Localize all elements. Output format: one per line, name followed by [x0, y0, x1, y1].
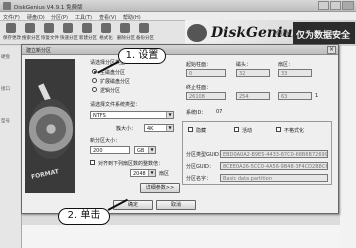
partition-name-label: 分区名字：: [186, 176, 212, 182]
dialog-title: 建立新分区: [26, 48, 52, 54]
quick-partition-button[interactable]: 快速分区: [60, 22, 78, 43]
recover-icon: [44, 23, 54, 33]
end-head-field[interactable]: 254: [236, 92, 270, 100]
start-sector-label: 扇区：: [278, 62, 294, 68]
app-window: DiskGenius V4.9.1 免费版 文件(F) 硬盘(D) 分区(P) …: [0, 0, 356, 248]
partition-guid-field[interactable]: 8CEE0A26-5CC0-4A56-9B48-3F4CD2B8C61D: [220, 162, 328, 170]
radio-logical-partition[interactable]: [92, 87, 97, 92]
chevron-down-icon: ▼: [148, 147, 155, 153]
new-partition-dialog: 建立新分区 × FORMAT 请选择分区类型： 主磁盘分区 扩展磁盘分区 逻辑分…: [21, 44, 339, 214]
delete-icon: [120, 23, 130, 33]
radio-extended-partition[interactable]: [92, 78, 97, 83]
partition-guid-label: 分区GUID：: [186, 164, 214, 170]
backup-partition-button[interactable]: 备份分区: [136, 22, 154, 43]
format-button[interactable]: 格式化: [98, 22, 114, 43]
cluster-size-select[interactable]: 4K ▼: [144, 124, 174, 132]
partition-name-field[interactable]: Basic data partition: [220, 174, 328, 182]
start-head-label: 磁头：: [236, 62, 252, 68]
window-title: DiskGenius V4.9.1 免费版: [14, 5, 83, 11]
chevron-down-icon: ▼: [166, 112, 173, 118]
brand-suffix: 专业版: [275, 31, 291, 37]
bottom-panel: [22, 225, 340, 248]
search-partition-button[interactable]: 搜索分区: [22, 22, 40, 43]
recover-files-button[interactable]: 恢复文件: [41, 22, 59, 43]
start-head-field[interactable]: 32: [236, 69, 270, 77]
format-icon: [101, 23, 111, 33]
no-format-checkbox[interactable]: [276, 127, 281, 132]
hidden-checkbox[interactable]: [188, 127, 193, 132]
logical-partition-label: 逻辑分区: [100, 88, 121, 94]
menu-tools[interactable]: 工具(T): [75, 14, 92, 21]
menu-file[interactable]: 文件(F): [3, 14, 20, 21]
end-cylinder-field[interactable]: 26108: [186, 92, 226, 100]
chevron-down-icon: ▼: [148, 170, 155, 176]
menu-view[interactable]: 查看(V): [99, 14, 116, 21]
active-label: 活动: [242, 128, 253, 134]
new-partition-button[interactable]: 新建分区: [79, 22, 97, 43]
end-sector-field[interactable]: 63: [278, 92, 312, 100]
active-checkbox[interactable]: [234, 127, 239, 132]
search-icon: [25, 23, 35, 33]
ok-button[interactable]: 确定: [113, 200, 153, 210]
quick-partition-icon: [63, 23, 73, 33]
app-icon: [3, 2, 11, 10]
filesystem-label: 请选择文件系统类型：: [90, 102, 141, 108]
advanced-params-button[interactable]: 详细参数>>: [140, 183, 180, 193]
right-panel-strip: [340, 46, 356, 248]
size-unit-select[interactable]: GB ▼: [134, 146, 156, 154]
start-sector-field[interactable]: 33: [278, 69, 312, 77]
new-size-label: 新分区大小：: [90, 138, 121, 144]
brand-banner: DiskGenius 专业版 仅为数据安全: [185, 20, 356, 46]
menu-partition[interactable]: 分区(P): [51, 14, 68, 21]
sidebar-label-interface: 接口: [1, 87, 10, 92]
backup-icon: [139, 23, 149, 33]
minimize-button[interactable]: [318, 1, 329, 10]
align-unit-label: 扇区: [159, 171, 170, 177]
maximize-button[interactable]: [330, 1, 341, 10]
callout-step1: 1. 设置: [118, 48, 166, 64]
start-cylinder-field[interactable]: 0: [186, 69, 226, 77]
extra-column-value: 1: [315, 93, 319, 99]
title-bar: DiskGenius V4.9.1 免费版: [0, 0, 356, 12]
system-id-label: 系统ID：: [186, 110, 207, 116]
filesystem-select[interactable]: NTFS ▼: [90, 111, 174, 119]
hidden-label: 隐藏: [196, 128, 207, 134]
disk-sidebar: 硬盘 接口 型号: [0, 46, 22, 248]
menu-help[interactable]: 帮助(H): [123, 14, 141, 21]
chevron-down-icon: ▼: [166, 125, 173, 131]
new-partition-icon: [82, 23, 92, 33]
start-cylinder-label: 起始柱面：: [186, 62, 212, 68]
type-guid-field[interactable]: EBD0A0A2-B9E5-4433-87C0-68B6B72699C7: [220, 150, 328, 158]
disk-format-label: FORMAT: [30, 168, 60, 181]
dialog-title-bar: 建立新分区 ×: [22, 45, 338, 55]
align-sectors-checkbox[interactable]: [90, 160, 95, 165]
close-window-button[interactable]: [342, 1, 354, 10]
partition-size-input[interactable]: 200: [90, 146, 130, 154]
cancel-button[interactable]: 取消: [156, 200, 196, 210]
align-sectors-label: 对齐到下列扇区数的整数倍：: [98, 161, 164, 167]
disk-platter-graphic: [29, 99, 73, 159]
save-icon: [6, 23, 16, 33]
callout-step2: 2. 单击: [58, 208, 110, 225]
sidebar-label-model: 型号: [1, 119, 10, 124]
system-id-value: 07: [216, 109, 223, 115]
save-changes-button[interactable]: 保存更改: [3, 22, 21, 43]
dialog-close-button[interactable]: ×: [327, 46, 336, 54]
sidebar-label-disk: 硬盘: [1, 55, 10, 60]
no-format-label: 不格式化: [284, 128, 305, 134]
end-cylinder-label: 终止柱面：: [186, 85, 212, 91]
align-sectors-select[interactable]: 2048 ▼: [130, 169, 156, 177]
delete-partition-button[interactable]: 删除分区: [117, 22, 135, 43]
menu-disk[interactable]: 硬盘(D): [27, 14, 45, 21]
disk-logo-icon: [187, 24, 207, 42]
brand-slogan: 仅为数据安全: [293, 22, 355, 44]
type-guid-label: 分区类型GUID：: [186, 152, 224, 158]
cluster-size-label: 簇大小：: [116, 126, 137, 132]
hard-disk-illustration: FORMAT: [25, 59, 75, 193]
extended-partition-label: 扩展磁盘分区: [100, 79, 131, 85]
